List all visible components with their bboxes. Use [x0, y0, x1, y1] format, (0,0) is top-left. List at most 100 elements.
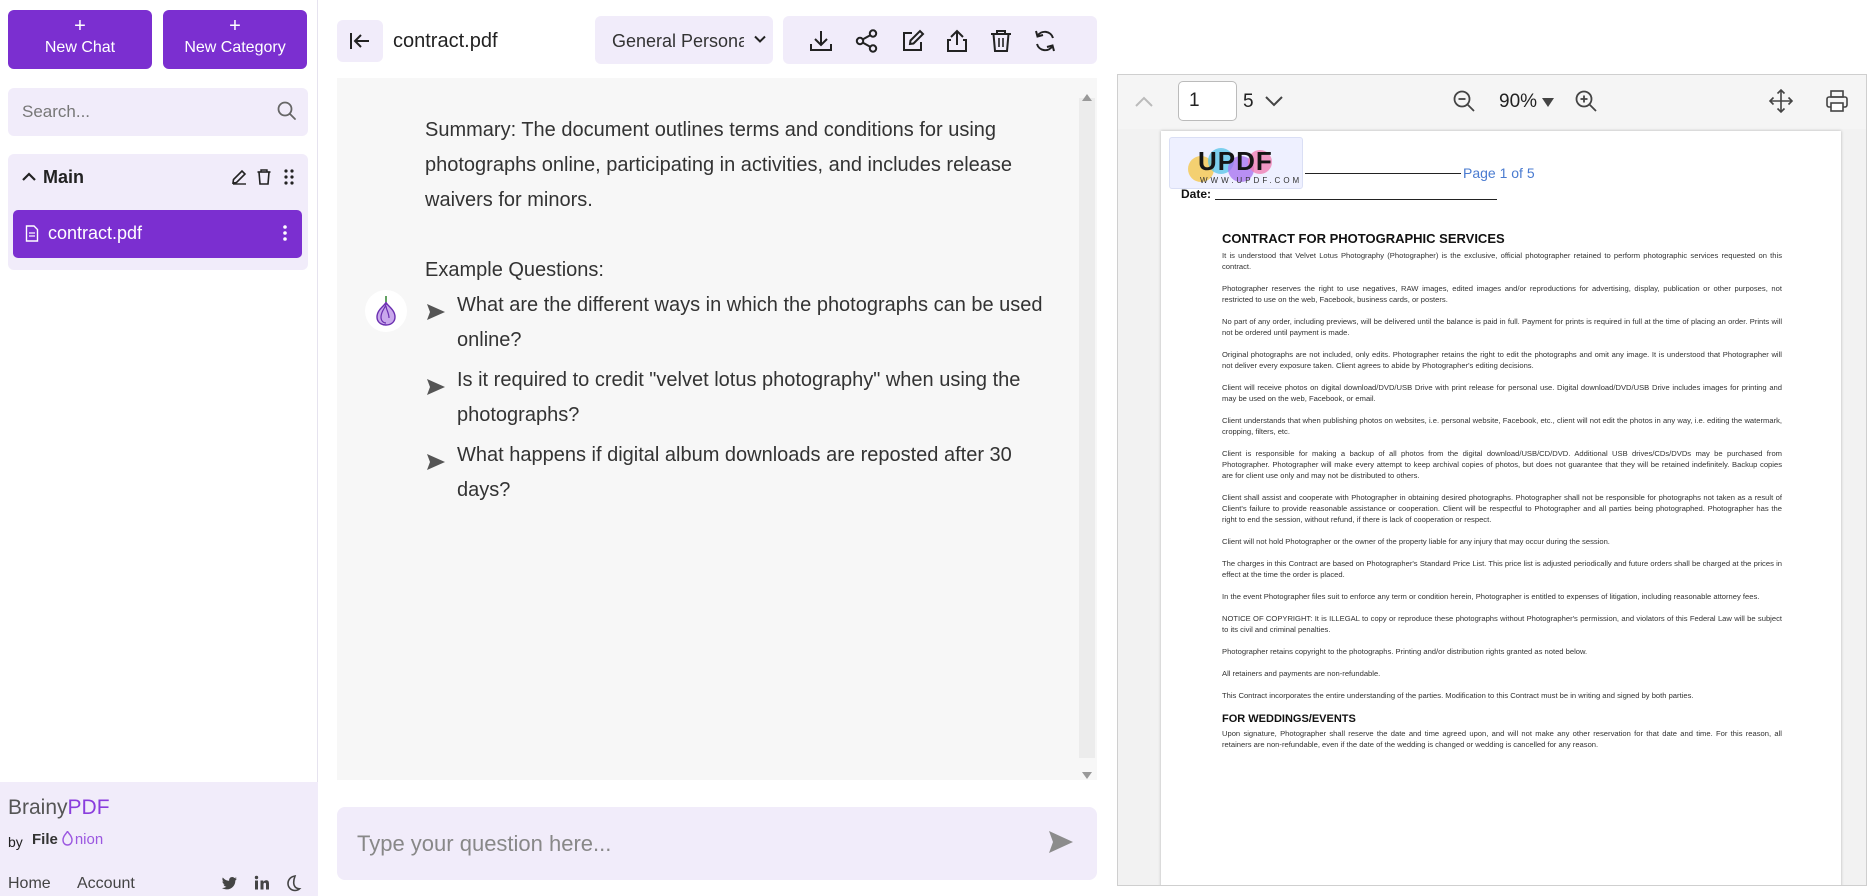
composer: [337, 807, 1097, 880]
drag-handle-icon[interactable]: [283, 168, 295, 191]
trash-icon[interactable]: [255, 168, 273, 191]
account-link[interactable]: Account: [77, 875, 135, 893]
new-chat-button[interactable]: + New Chat: [8, 10, 152, 69]
by-label: by: [8, 834, 23, 850]
summary-text: Summary: The document outlines terms and…: [425, 119, 1013, 211]
example-question[interactable]: What happens if digital album downloads …: [425, 438, 1055, 508]
page-total: 5: [1243, 91, 1254, 112]
share-icon[interactable]: [853, 27, 881, 55]
new-category-label: New Category: [184, 39, 286, 56]
doc-paragraph: The charges in this Contract are based o…: [1222, 559, 1782, 579]
doc-paragraph: Client will not hold Photographer or the…: [1222, 537, 1610, 546]
search-input[interactable]: [22, 100, 262, 124]
sidebar-footer: BrainyPDF by File nion Home Account: [0, 782, 318, 896]
example-question[interactable]: Is it required to credit "velvet lotus p…: [425, 363, 1055, 433]
page-number-input[interactable]: [1178, 81, 1237, 121]
new-category-button[interactable]: + New Category: [163, 10, 307, 69]
doc-paragraph: Client is responsible for making a backu…: [1222, 449, 1782, 480]
chat-title: contract.pdf: [393, 30, 498, 52]
example-questions-label: Example Questions:: [425, 259, 604, 281]
logo-url: WWW.UPDF.COM: [1200, 176, 1303, 185]
refresh-icon[interactable]: [1031, 27, 1059, 55]
edit-icon[interactable]: [230, 168, 248, 191]
caret-down-icon[interactable]: [1542, 95, 1554, 113]
file-name: contract.pdf: [48, 223, 143, 243]
category-title: Main: [43, 167, 85, 187]
trash-icon[interactable]: [987, 27, 1015, 55]
doc-paragraph: No part of any order, including previews…: [1222, 317, 1782, 337]
twitter-icon[interactable]: [221, 874, 239, 896]
file-onion-logo: File nion: [32, 830, 103, 848]
app-window: + New Chat + New Category Main: [0, 0, 1867, 896]
search-box: [8, 88, 308, 136]
page-up-icon[interactable]: [1133, 91, 1155, 118]
doc-paragraph: Client shall assist and cooperate with P…: [1222, 493, 1782, 524]
chat-toolbar: [783, 16, 1097, 64]
document-icon: [25, 225, 39, 247]
collapse-sidebar-button[interactable]: [337, 20, 383, 62]
send-arrow-icon: [427, 447, 445, 482]
doc-paragraph: Original photographs are not included, o…: [1222, 350, 1782, 370]
zoom-in-icon[interactable]: [1574, 89, 1598, 118]
category-main: Main contract.pdf: [8, 154, 308, 270]
pdf-page[interactable]: UPDF WWW.UPDF.COM Page 1 of 5 Date: CONT…: [1161, 131, 1841, 885]
scrollbar-thumb[interactable]: [1079, 98, 1095, 758]
dark-mode-icon[interactable]: [284, 874, 302, 896]
page-down-icon[interactable]: [1263, 90, 1285, 117]
send-icon[interactable]: [1049, 831, 1073, 858]
pan-tool-icon[interactable]: [1768, 88, 1794, 119]
updf-logo: UPDF WWW.UPDF.COM: [1169, 137, 1303, 189]
doc-paragraph: This Contract incorporates the entire un…: [1222, 691, 1694, 700]
plus-icon: +: [229, 15, 241, 37]
date-line: [1215, 199, 1497, 200]
sidebar: + New Chat + New Category Main: [0, 0, 318, 896]
viewer-toolbar: 5 90%: [1118, 75, 1866, 129]
question-input[interactable]: [357, 829, 997, 859]
doc-paragraph: Client will receive photos on digital do…: [1222, 383, 1782, 403]
onion-icon: [376, 296, 396, 326]
doc-paragraph: Photographer reserves the right to use n…: [1222, 284, 1782, 304]
send-arrow-icon: [427, 297, 445, 332]
arrow-left-bar-icon: [350, 33, 369, 49]
chat-scrollbar[interactable]: [1078, 80, 1096, 780]
brand-name: BrainyPDF: [8, 796, 110, 820]
file-item-contract[interactable]: contract.pdf: [13, 210, 302, 258]
question-text: Is it required to credit "velvet lotus p…: [457, 369, 1021, 426]
download-icon[interactable]: [807, 27, 835, 55]
persona-value: General Persona: [612, 31, 744, 51]
avatar: [365, 290, 407, 332]
pdf-viewer: 5 90%: [1117, 74, 1867, 886]
doc-paragraph: NOTICE OF COPYRIGHT: It is ILLEGAL to co…: [1222, 614, 1782, 634]
logo-onion: nion: [74, 831, 104, 848]
signature-line: [1305, 173, 1461, 174]
question-text: What are the different ways in which the…: [457, 294, 1043, 351]
logo-file: File: [32, 831, 58, 848]
home-link[interactable]: Home: [8, 875, 51, 893]
logo-word: UPDF: [1198, 146, 1273, 176]
doc-paragraph: Photographer retains copyright to the ph…: [1222, 647, 1588, 656]
pdf-text: CONTRACT FOR PHOTOGRAPHIC SERVICES It is…: [1222, 231, 1782, 761]
doc-paragraph: All retainers and payments are non-refun…: [1222, 669, 1381, 678]
brand-prefix: Brainy: [8, 796, 68, 819]
edit-icon[interactable]: [899, 27, 927, 55]
example-question[interactable]: What are the different ways in which the…: [425, 288, 1055, 358]
zoom-level[interactable]: 90%: [1499, 91, 1537, 113]
scroll-down-icon[interactable]: [1082, 766, 1092, 784]
doc-paragraph: Client understands that when publishing …: [1222, 416, 1782, 436]
doc-title: CONTRACT FOR PHOTOGRAPHIC SERVICES: [1222, 231, 1505, 246]
persona-select[interactable]: General Persona: [595, 16, 773, 64]
chevron-up-icon[interactable]: [20, 168, 38, 191]
section-title: FOR WEDDINGS/EVENTS: [1222, 713, 1356, 725]
doc-paragraph: In the event Photographer files suit to …: [1222, 592, 1760, 601]
print-icon[interactable]: [1824, 88, 1850, 119]
brand-suffix: PDF: [67, 796, 110, 819]
upload-icon[interactable]: [943, 27, 971, 55]
page-indicator: Page 1 of 5: [1463, 165, 1535, 181]
search-icon[interactable]: [276, 100, 298, 127]
more-vertical-icon[interactable]: [282, 224, 288, 247]
new-chat-label: New Chat: [44, 39, 116, 56]
zoom-out-icon[interactable]: [1452, 89, 1476, 118]
scroll-up-icon[interactable]: [1082, 88, 1092, 106]
date-label: Date:: [1181, 187, 1212, 201]
linkedin-icon[interactable]: [253, 874, 271, 896]
